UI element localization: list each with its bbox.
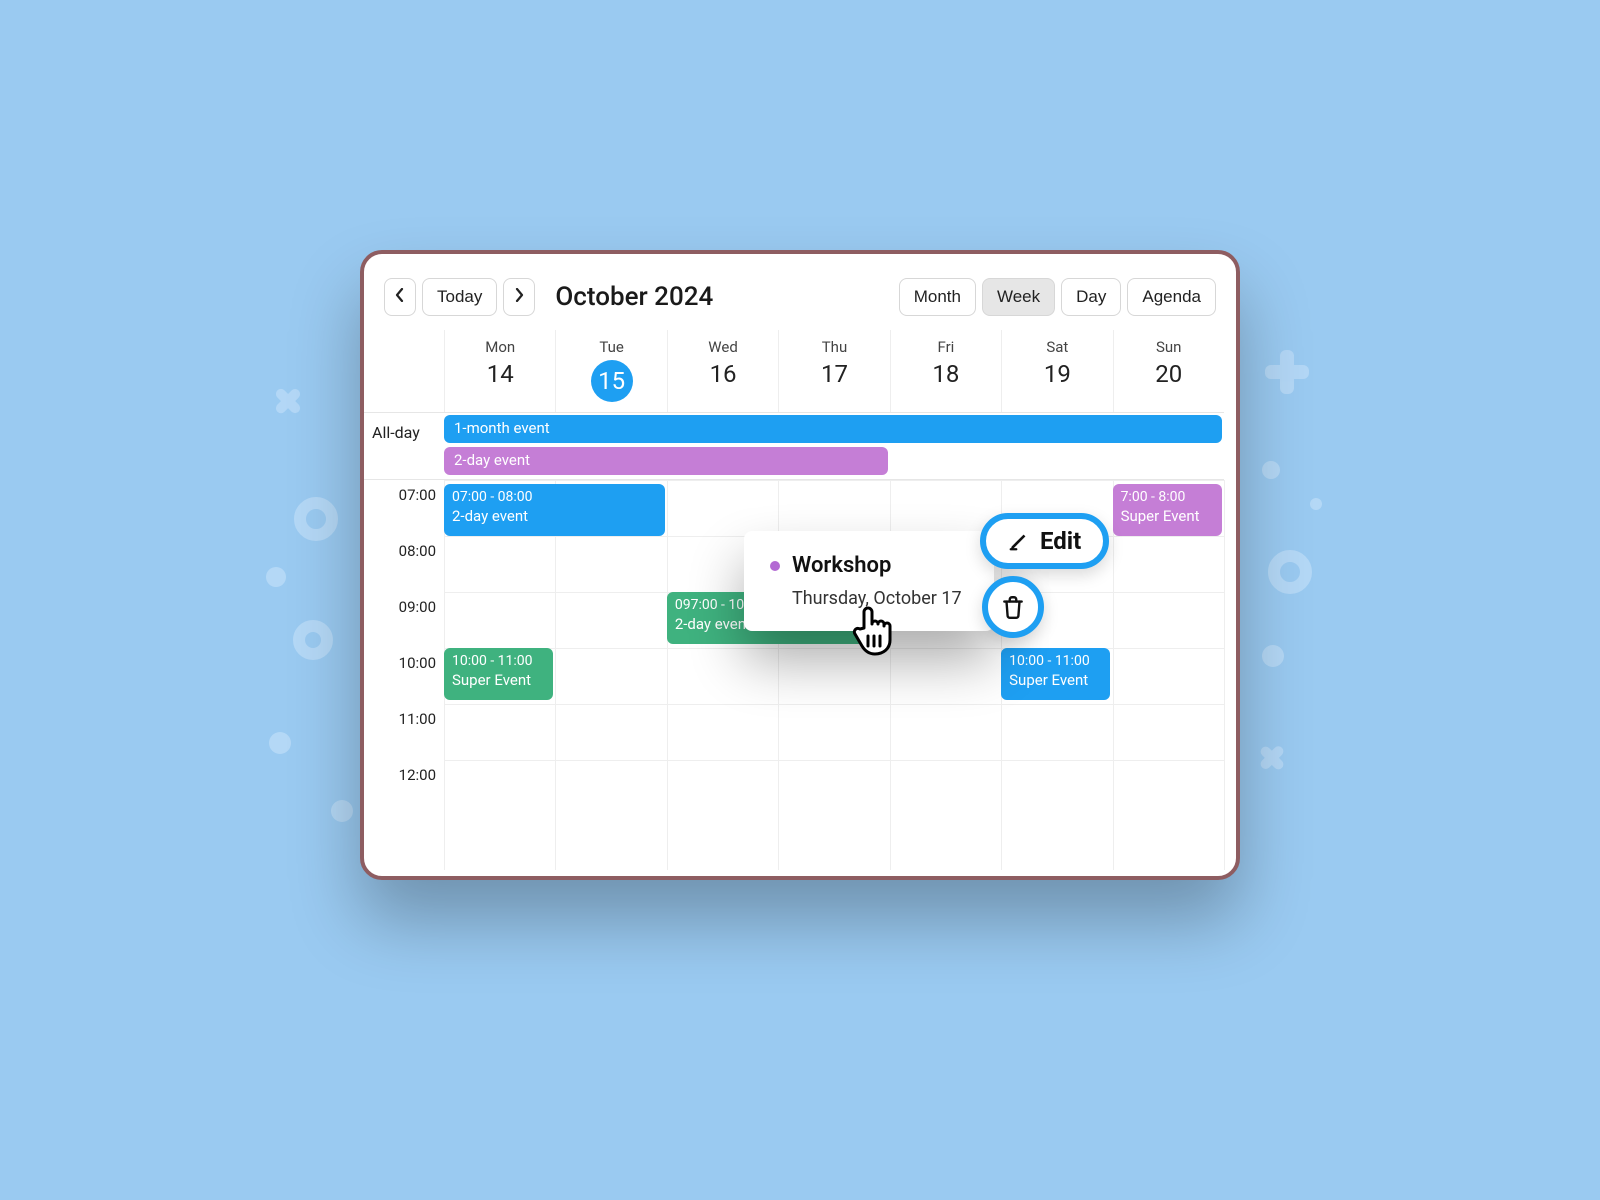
decoration-plus [1265,350,1309,394]
decoration-dot [269,732,291,754]
decoration-x [267,380,309,422]
day-header[interactable]: Tue15 [555,330,666,412]
view-month-button[interactable]: Month [899,278,976,316]
event-popover-title: Workshop [792,553,891,578]
delete-button[interactable] [982,576,1044,638]
day-header-row: Mon14 Tue15 Wed16 Thu17 Fri18 Sat19 Sun2… [364,330,1224,413]
trash-icon [1000,594,1026,620]
decoration-ring [293,620,333,660]
decoration-x [1252,738,1292,778]
event-color-dot [770,561,780,571]
toolbar: Today October 2024 Month Week Day Agenda [364,254,1236,330]
calendar-event[interactable]: 7:00 - 8:00Super Event [1113,484,1222,536]
time-label: 10:00 [364,648,444,704]
next-button[interactable] [503,278,535,316]
allday-event[interactable]: 2-day event [444,447,888,475]
decoration-ring [294,497,338,541]
time-label: 07:00 [364,480,444,536]
time-label: 12:00 [364,760,444,816]
day-header[interactable]: Mon14 [444,330,555,412]
today-button[interactable]: Today [422,278,497,316]
calendar-event[interactable]: 07:00 - 08:002-day event [444,484,665,536]
time-label: 08:00 [364,536,444,592]
prev-button[interactable] [384,278,416,316]
decoration-dot [1262,645,1284,667]
chevron-right-icon [514,288,524,302]
calendar-window: Today October 2024 Month Week Day Agenda… [360,250,1240,880]
allday-label: All-day [364,413,444,479]
decoration-dot [1310,498,1322,510]
time-label: 09:00 [364,592,444,648]
decoration-dot [266,567,286,587]
allday-band: All-day 1-month event 2-day event [364,413,1224,480]
pencil-icon [1008,530,1030,552]
time-label: 11:00 [364,704,444,760]
hand-cursor-icon [848,600,902,662]
day-header[interactable]: Wed16 [667,330,778,412]
decoration-dot [1262,461,1280,479]
day-header[interactable]: Sun20 [1113,330,1224,412]
chevron-left-icon [395,288,405,302]
decoration-dot [331,800,353,822]
allday-event[interactable]: 1-month event [444,415,1222,443]
edit-button-label: Edit [1040,527,1081,555]
calendar-title: October 2024 [555,282,713,312]
view-agenda-button[interactable]: Agenda [1127,278,1216,316]
edit-button[interactable]: Edit [980,513,1109,569]
day-header[interactable]: Fri18 [890,330,1001,412]
view-day-button[interactable]: Day [1061,278,1121,316]
decoration-ring [1268,550,1312,594]
calendar-event[interactable]: 10:00 - 11:00Super Event [444,648,553,700]
calendar-event[interactable]: 10:00 - 11:00Super Event [1001,648,1110,700]
day-header[interactable]: Thu17 [778,330,889,412]
time-gutter: 07:0008:0009:0010:0011:0012:00 [364,480,444,870]
day-header[interactable]: Sat19 [1001,330,1112,412]
view-week-button[interactable]: Week [982,278,1055,316]
